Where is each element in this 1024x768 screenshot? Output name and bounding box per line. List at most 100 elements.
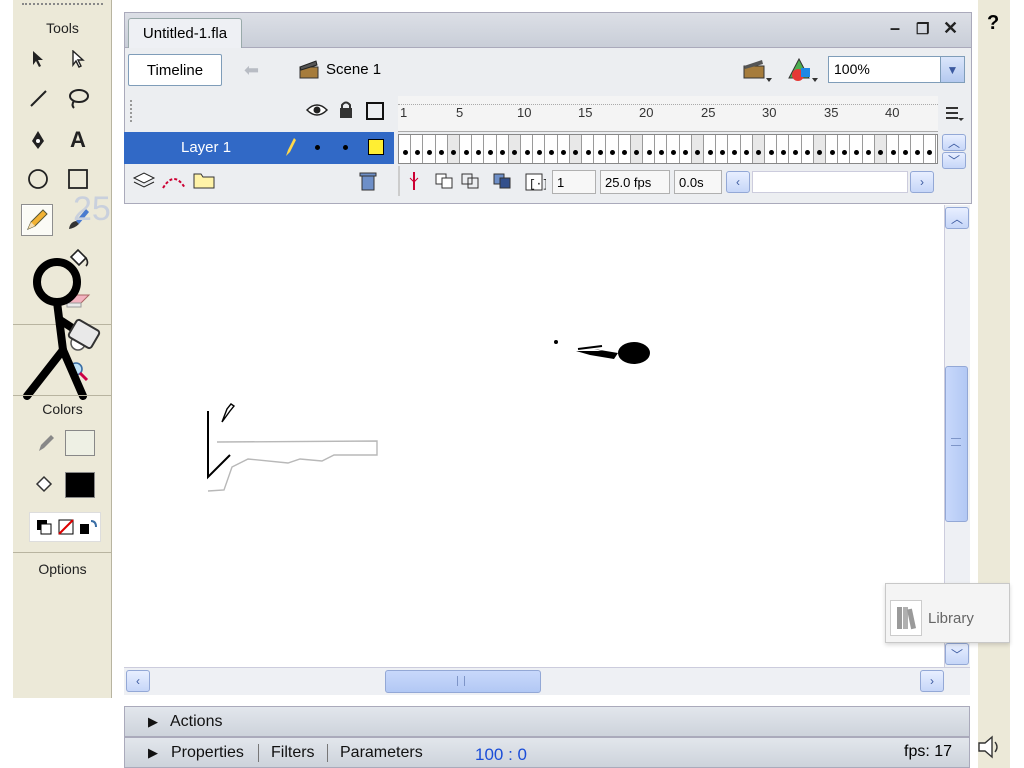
frame-cell[interactable]	[594, 135, 607, 163]
frame-cell[interactable]	[496, 135, 509, 163]
swap-colors-icon[interactable]	[75, 514, 101, 540]
delete-layer-trash-icon[interactable]	[358, 170, 378, 195]
edit-multiple-frames-icon[interactable]	[492, 172, 514, 193]
frame-cell[interactable]	[655, 135, 668, 163]
timeline-scroll-right-icon[interactable]: ›	[910, 171, 934, 193]
frame-cell[interactable]	[508, 135, 521, 163]
frame-cell[interactable]	[545, 135, 558, 163]
timeline-hscroll-track[interactable]	[752, 171, 908, 193]
frame-cell[interactable]	[472, 135, 485, 163]
frame-cell[interactable]	[521, 135, 534, 163]
frame-cell[interactable]	[423, 135, 436, 163]
onion-skin-icon[interactable]	[434, 172, 456, 193]
modify-onion-markers-icon[interactable]: [·]	[524, 172, 549, 195]
insert-folder-icon[interactable]	[192, 170, 216, 193]
scene-label[interactable]: Scene 1	[326, 61, 381, 78]
stage-horizontal-scrollbar[interactable]	[124, 667, 970, 695]
stage-scroll-left-icon[interactable]: ‹	[126, 670, 150, 692]
frame-cell[interactable]	[484, 135, 497, 163]
timeline-menu-icon[interactable]	[944, 104, 964, 125]
frame-cell[interactable]	[447, 135, 460, 163]
stage-scroll-up-icon[interactable]: ︿	[945, 207, 969, 229]
frame-cell[interactable]	[911, 135, 924, 163]
timeline-scroll-left-icon[interactable]: ‹	[726, 171, 750, 193]
close-icon[interactable]: ✕	[943, 18, 958, 39]
oval-tool-icon[interactable]	[25, 166, 51, 192]
frame-cell[interactable]	[435, 135, 448, 163]
frame-cell[interactable]	[789, 135, 802, 163]
expand-properties-icon[interactable]: ▶	[148, 745, 158, 761]
layer-scroll-up-icon[interactable]: ︿	[942, 134, 966, 151]
frame-cell[interactable]	[923, 135, 936, 163]
frame-cell[interactable]	[399, 135, 412, 163]
help-button[interactable]: ?	[987, 12, 999, 35]
frame-cell[interactable]	[704, 135, 717, 163]
frame-cell[interactable]	[765, 135, 778, 163]
frame-cell[interactable]	[582, 135, 595, 163]
document-tab[interactable]: Untitled-1.fla	[128, 18, 242, 48]
frame-cell[interactable]	[813, 135, 826, 163]
text-tool-icon[interactable]: A	[65, 127, 91, 153]
lock-icon[interactable]	[338, 100, 354, 123]
frame-cell[interactable]	[630, 135, 643, 163]
filters-tab[interactable]: Filters	[271, 744, 315, 762]
pencil-tool-icon[interactable]	[21, 204, 53, 236]
stage-scroll-down-icon[interactable]: ﹀	[945, 643, 969, 665]
properties-tab[interactable]: Properties	[171, 744, 244, 762]
actions-panel-bar[interactable]	[124, 706, 970, 737]
frame-cell[interactable]	[618, 135, 631, 163]
frame-cell[interactable]	[667, 135, 680, 163]
zoom-dropdown-chevron-down-icon[interactable]: ▼	[940, 57, 964, 82]
frame-cell[interactable]	[411, 135, 424, 163]
frame-cell[interactable]	[606, 135, 619, 163]
frame-cell[interactable]	[752, 135, 765, 163]
frame-cell[interactable]	[643, 135, 656, 163]
back-arrow-icon[interactable]: ⬅	[244, 60, 259, 81]
frame-cell[interactable]	[728, 135, 741, 163]
frame-cell[interactable]	[679, 135, 692, 163]
minimize-icon[interactable]: –	[890, 18, 900, 39]
restore-icon[interactable]: ❐	[916, 20, 929, 38]
stage-canvas[interactable]	[124, 205, 944, 667]
tools-grip[interactable]	[13, 0, 112, 8]
frame-cell[interactable]	[777, 135, 790, 163]
selection-tool-icon[interactable]	[25, 46, 51, 72]
layer-lock-dot[interactable]	[343, 145, 348, 150]
library-label[interactable]: Library	[928, 610, 974, 627]
frame-cell[interactable]	[569, 135, 582, 163]
edit-scene-icon[interactable]	[742, 56, 772, 87]
edit-symbols-icon[interactable]	[786, 56, 818, 87]
frame-cell[interactable]	[887, 135, 900, 163]
timeline-button[interactable]: Timeline	[128, 54, 222, 86]
layer-scroll-down-icon[interactable]: ﹀	[942, 152, 966, 169]
frame-cell[interactable]	[691, 135, 704, 163]
expand-actions-icon[interactable]: ▶	[148, 714, 158, 730]
fill-color-swatch[interactable]	[65, 472, 95, 498]
frame-cell[interactable]	[838, 135, 851, 163]
frame-cell[interactable]	[533, 135, 546, 163]
frame-cells[interactable]	[399, 135, 937, 163]
center-frame-icon[interactable]	[404, 170, 424, 195]
frame-cell[interactable]	[826, 135, 839, 163]
frame-cell[interactable]	[460, 135, 473, 163]
add-motion-guide-icon[interactable]	[160, 170, 188, 195]
layer-color-box[interactable]	[368, 139, 384, 155]
frame-rate-field[interactable]: 25.0 fps	[600, 170, 670, 194]
timeline-grip[interactable]	[130, 100, 136, 122]
frame-cell[interactable]	[716, 135, 729, 163]
show-hide-eye-icon[interactable]	[305, 102, 329, 121]
stroke-color-swatch[interactable]	[65, 430, 95, 456]
layer-row[interactable]	[124, 132, 394, 164]
parameters-tab[interactable]: Parameters	[340, 744, 423, 762]
pen-tool-icon[interactable]	[25, 127, 51, 153]
actions-label[interactable]: Actions	[170, 713, 222, 731]
speaker-icon[interactable]	[976, 734, 1004, 763]
layer-visibility-dot[interactable]	[315, 145, 320, 150]
frame-cell[interactable]	[862, 135, 875, 163]
rectangle-tool-icon[interactable]	[65, 166, 91, 192]
stage-scroll-right-icon[interactable]: ›	[920, 670, 944, 692]
properties-panel-bar[interactable]	[124, 737, 970, 768]
insert-layer-icon[interactable]	[132, 170, 158, 195]
frame-cell[interactable]	[740, 135, 753, 163]
lasso-tool-icon[interactable]	[65, 85, 91, 111]
